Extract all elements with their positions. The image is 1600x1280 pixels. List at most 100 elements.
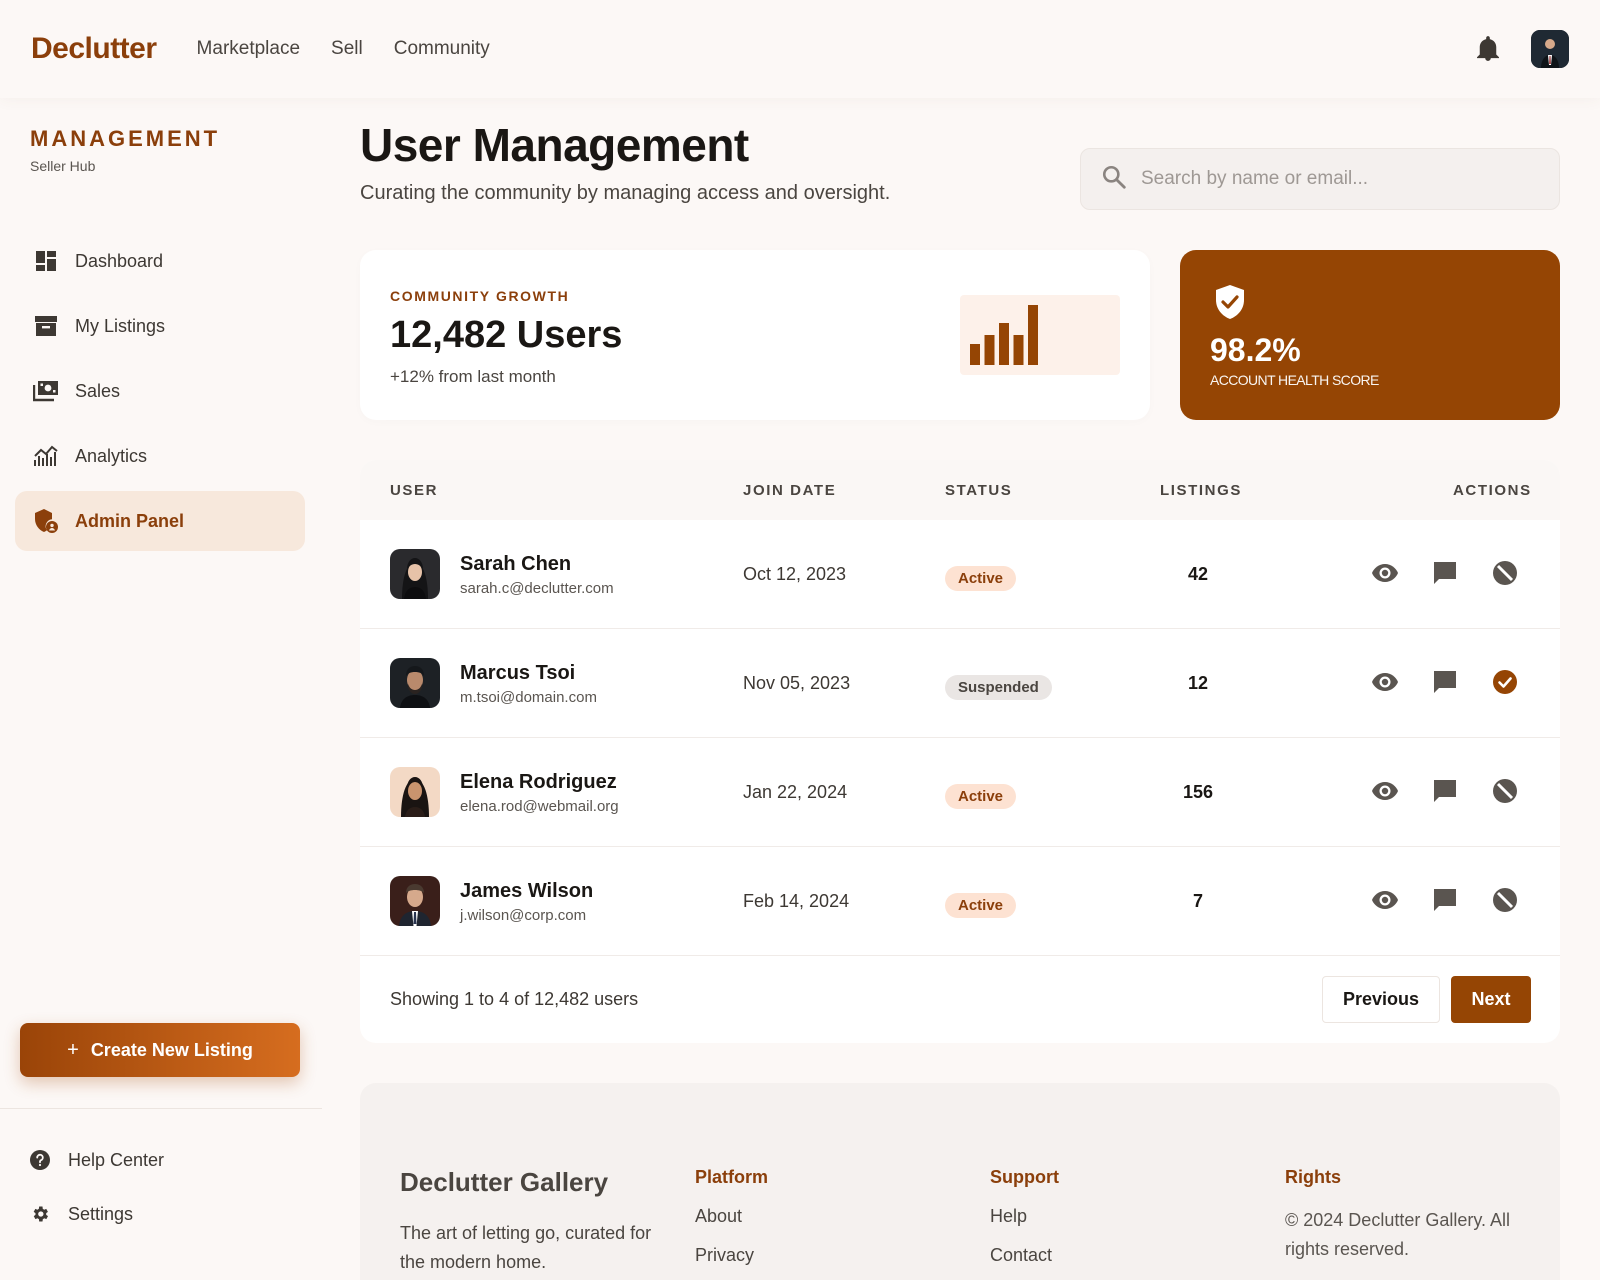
status-badge: Suspended [945, 675, 1052, 700]
brand-logo[interactable]: Declutter [31, 32, 157, 66]
table-row: Marcus Tsoi m.tsoi@domain.com Nov 05, 20… [360, 629, 1560, 738]
next-page-button[interactable]: Next [1451, 976, 1531, 1023]
column-header-join-date: JOIN DATE [743, 481, 837, 499]
user-name: Marcus Tsoi [460, 662, 576, 684]
join-date: Jan 22, 2024 [743, 782, 848, 802]
sidebar-settings[interactable]: Settings [30, 1200, 164, 1228]
message-icon[interactable] [1430, 667, 1460, 697]
plus-icon: + [67, 1038, 79, 1061]
table-row: James Wilson j.wilson@corp.com Feb 14, 2… [360, 847, 1560, 956]
join-date: Feb 14, 2024 [743, 891, 850, 911]
avatar [390, 658, 440, 708]
top-nav-links: Marketplace Sell Community [197, 38, 490, 60]
account-health-card: 98.2% ACCOUNT HEALTH SCORE [1180, 250, 1560, 420]
status-badge: Active [945, 566, 1017, 591]
sidebar-bottom-links: Help Center Settings [30, 1146, 164, 1254]
view-eye-icon[interactable] [1370, 558, 1400, 588]
sidebar-title: MANAGEMENT [30, 126, 221, 151]
table-footer: Showing 1 to 4 of 12,482 users Previous … [360, 956, 1560, 1043]
health-score-value: 98.2% [1210, 332, 1301, 368]
footer-link-privacy[interactable]: Privacy [695, 1245, 768, 1266]
column-header-status: STATUS [945, 481, 1013, 499]
growth-delta: +12% from last month [390, 367, 556, 386]
nav-link-sell[interactable]: Sell [331, 38, 363, 60]
avatar[interactable] [1531, 30, 1569, 68]
dashboard-icon [33, 248, 59, 274]
footer-platform-heading: Platform [695, 1167, 769, 1187]
user-name: Sarah Chen [460, 553, 572, 575]
sidebar-item-sales[interactable]: Sales [15, 361, 305, 421]
pagination-summary: Showing 1 to 4 of 12,482 users [390, 989, 639, 1009]
footer-rights-heading: Rights [1285, 1167, 1341, 1187]
footer-support-heading: Support [990, 1167, 1059, 1187]
sidebar-subtitle: Seller Hub [30, 158, 96, 174]
listings-count: 42 [1187, 564, 1209, 584]
avatar [390, 549, 440, 599]
help-icon [30, 1150, 52, 1170]
join-date: Oct 12, 2023 [743, 564, 847, 584]
message-icon[interactable] [1430, 558, 1460, 588]
sidebar-nav: Dashboard My Listings Sales Analytics Ad… [15, 231, 305, 556]
previous-page-button[interactable]: Previous [1322, 976, 1440, 1023]
sidebar-item-my-listings[interactable]: My Listings [15, 296, 305, 356]
search-box [1080, 148, 1560, 210]
sidebar-item-label: Sales [75, 380, 121, 401]
block-icon[interactable] [1490, 776, 1520, 806]
footer-rights-column: Rights © 2024 Declutter Gallery. All rig… [1285, 1167, 1535, 1264]
status-badge: Active [945, 893, 1017, 918]
column-header-listings: LISTINGS [1160, 481, 1242, 499]
growth-bar [970, 344, 980, 365]
footer-link-contact[interactable]: Contact [990, 1245, 1059, 1266]
bell-icon[interactable] [1475, 35, 1501, 63]
avatar [390, 876, 440, 926]
nav-link-community[interactable]: Community [394, 38, 490, 60]
sidebar-divider [0, 1108, 322, 1109]
users-table: USER JOIN DATE STATUS LISTINGS ACTIONS S… [360, 460, 1560, 1043]
create-new-listing-button[interactable]: + Create New Listing [20, 1023, 300, 1077]
help-center-label: Help Center [68, 1149, 165, 1170]
growth-bar [1013, 335, 1024, 365]
nav-link-marketplace[interactable]: Marketplace [197, 38, 301, 60]
message-icon[interactable] [1430, 776, 1460, 806]
user-email: elena.rod@webmail.org [460, 798, 619, 815]
block-icon[interactable] [1490, 885, 1520, 915]
sidebar-item-admin-panel[interactable]: Admin Panel [15, 491, 305, 551]
sidebar-item-analytics[interactable]: Analytics [15, 426, 305, 486]
check-circle-icon[interactable] [1490, 667, 1520, 697]
user-name: James Wilson [460, 880, 594, 902]
block-icon[interactable] [1490, 558, 1520, 588]
gear-icon [30, 1204, 52, 1224]
user-email: j.wilson@corp.com [460, 907, 587, 924]
message-icon[interactable] [1430, 885, 1460, 915]
archive-box-icon [33, 313, 59, 339]
view-eye-icon[interactable] [1370, 667, 1400, 697]
page-title: User Management [360, 119, 749, 171]
user-email: sarah.c@declutter.com [460, 580, 614, 597]
top-navigation-bar: Declutter Marketplace Sell Community [0, 0, 1600, 98]
status-badge: Active [945, 784, 1017, 809]
footer-support-column: Support Help Contact [990, 1167, 1059, 1280]
listings-count: 12 [1187, 673, 1209, 693]
view-eye-icon[interactable] [1370, 776, 1400, 806]
search-input[interactable] [1141, 168, 1541, 190]
footer-platform-column: Platform About Privacy [695, 1167, 768, 1280]
page-footer: Declutter Gallery The art of letting go,… [360, 1083, 1560, 1280]
user-email: m.tsoi@domain.com [460, 689, 597, 706]
sidebar-item-dashboard[interactable]: Dashboard [15, 231, 305, 291]
column-header-actions: ACTIONS [1453, 481, 1532, 499]
table-header: USER JOIN DATE STATUS LISTINGS ACTIONS [360, 460, 1560, 520]
view-eye-icon[interactable] [1370, 885, 1400, 915]
table-row: Elena Rodriguez elena.rod@webmail.org Ja… [360, 738, 1560, 847]
health-score-label: ACCOUNT HEALTH SCORE [1210, 372, 1379, 388]
footer-link-help[interactable]: Help [990, 1206, 1059, 1227]
footer-brand: Declutter Gallery [400, 1167, 609, 1197]
settings-label: Settings [68, 1203, 134, 1224]
sidebar-help-center[interactable]: Help Center [30, 1146, 164, 1174]
sidebar: MANAGEMENT Seller Hub Dashboard My Listi… [0, 98, 322, 1280]
analytics-icon [33, 443, 59, 469]
growth-bar [984, 335, 995, 365]
growth-label: COMMUNITY GROWTH [390, 288, 570, 304]
search-icon [1101, 164, 1127, 195]
footer-link-about[interactable]: About [695, 1206, 768, 1227]
admin-shield-icon [33, 508, 59, 534]
